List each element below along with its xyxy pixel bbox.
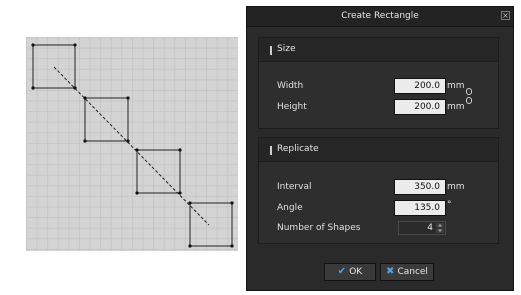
interval-input[interactable]: 350.0 — [394, 179, 446, 195]
cancel-button[interactable]: ✖ Cancel — [380, 263, 434, 281]
x-icon: ✖ — [386, 266, 395, 277]
size-panel-title: Size — [277, 44, 296, 54]
check-icon: ✔ — [337, 266, 347, 277]
replicate-panel-title: Replicate — [277, 144, 319, 154]
section-marker — [270, 46, 272, 55]
interval-label: Interval — [277, 182, 312, 192]
height-input[interactable]: 200.0 — [394, 99, 446, 115]
size-panel-header: Size — [259, 38, 498, 62]
size-panel: Size Width 200.0 mm Height 200.0 mm — [258, 37, 499, 129]
height-unit: mm — [447, 102, 465, 112]
replicate-panel: Replicate Interval 350.0 mm Angle 135.0 … — [258, 137, 499, 244]
preview-rectangle-3 — [135, 148, 182, 195]
replicate-panel-header: Replicate — [259, 138, 498, 162]
chain-link-icon[interactable] — [465, 88, 473, 104]
ok-button-label: OK — [349, 267, 363, 277]
stepper-arrows-icon[interactable] — [436, 223, 444, 233]
create-rectangle-dialog: Create Rectangle × Size Width 200.0 mm H… — [246, 6, 514, 291]
preview-drawing — [31, 43, 234, 248]
height-label: Height — [277, 102, 307, 112]
dialog-titlebar: Create Rectangle × — [247, 7, 513, 27]
number-of-shapes-value: 4 — [427, 223, 433, 233]
shape-preview-canvas — [26, 37, 238, 251]
angle-label: Angle — [277, 203, 303, 213]
replication-path-line — [53, 66, 210, 226]
section-marker — [270, 146, 272, 155]
number-of-shapes-label: Number of Shapes — [277, 223, 361, 233]
dialog-title: Create Rectangle — [341, 11, 419, 21]
interval-unit: mm — [447, 182, 465, 192]
cancel-button-label: Cancel — [397, 267, 428, 277]
width-input[interactable]: 200.0 — [394, 78, 446, 94]
ok-button[interactable]: ✔ OK — [324, 263, 376, 281]
width-unit: mm — [447, 81, 465, 91]
width-label: Width — [277, 81, 304, 91]
close-icon[interactable]: × — [501, 11, 510, 20]
number-of-shapes-stepper[interactable]: 4 — [398, 221, 446, 235]
angle-input[interactable]: 135.0 — [394, 200, 446, 216]
angle-unit: ° — [447, 200, 452, 210]
preview-rectangle-4 — [188, 201, 234, 248]
